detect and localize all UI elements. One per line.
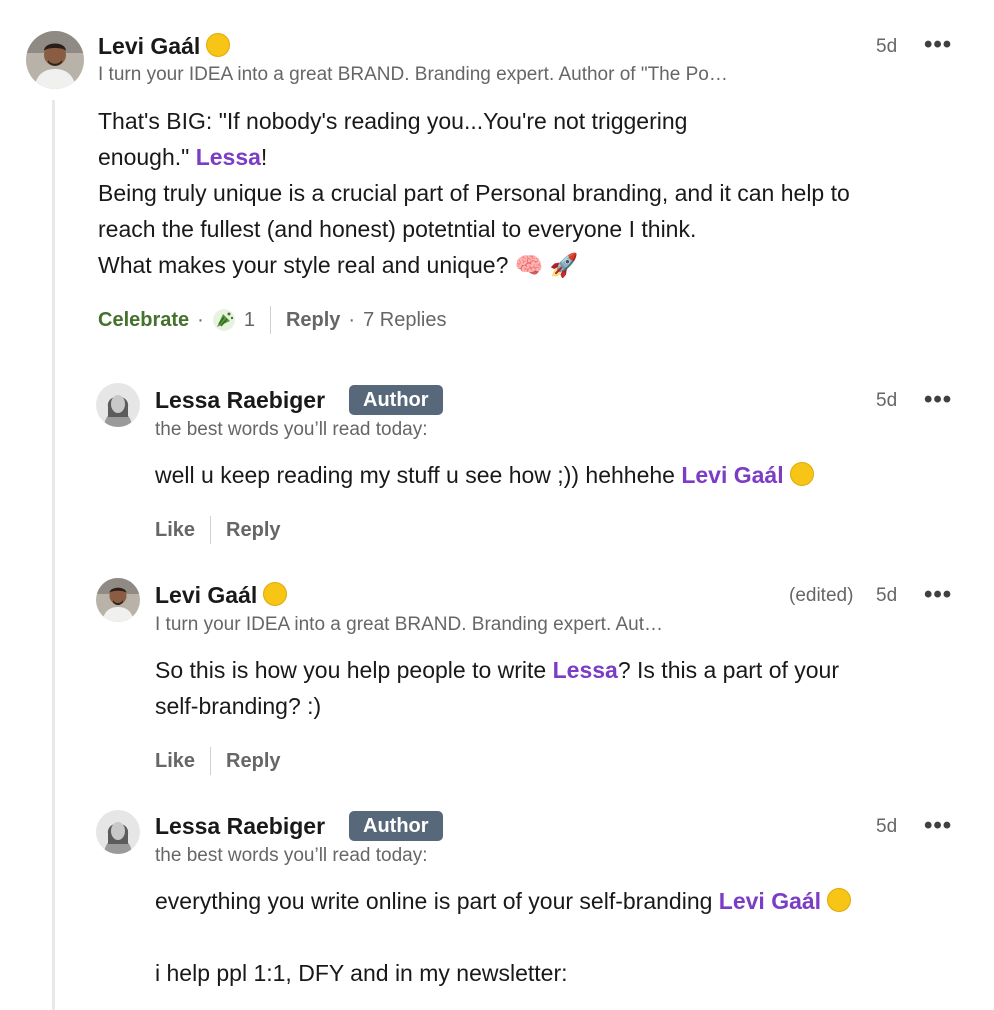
reply-button[interactable]: Reply: [286, 309, 340, 332]
timestamp: 5d: [876, 36, 898, 57]
yellow-circle-icon: [827, 888, 852, 912]
avatar[interactable]: [96, 810, 140, 854]
reply-button[interactable]: Reply: [226, 750, 280, 773]
comment-text: So this is how you help people to write …: [155, 652, 955, 724]
mention-link[interactable]: Lessa: [196, 144, 261, 170]
yellow-circle-icon: [263, 582, 288, 606]
divider: [210, 516, 212, 544]
avatar[interactable]: [96, 383, 140, 427]
more-options-icon[interactable]: •••: [924, 31, 952, 59]
comment-text: That's BIG: "If nobody's reading you...Y…: [98, 103, 968, 283]
comment-text-line: everything you write online is part of y…: [155, 883, 965, 919]
separator-dot: ·: [197, 308, 204, 331]
comment-text: well u keep reading my stuff u see how ;…: [155, 457, 955, 493]
timestamp: 5d: [876, 816, 898, 837]
celebrate-button[interactable]: Celebrate: [98, 309, 189, 332]
author-headline: the best words you’ll read today:: [155, 845, 428, 866]
author-badge: Author: [349, 811, 443, 841]
author-name[interactable]: Levi Gaál: [98, 33, 231, 60]
reply-button[interactable]: Reply: [226, 519, 280, 542]
yellow-circle-icon: [789, 462, 814, 486]
author-badge: Author: [349, 385, 443, 415]
mention-link[interactable]: Levi Gaál: [681, 462, 783, 488]
divider: [210, 747, 212, 775]
author-name[interactable]: Levi Gaál: [155, 582, 288, 609]
edited-label: (edited): [789, 585, 854, 606]
comment-actions: Like Reply: [155, 745, 281, 777]
author-headline: the best words you’ll read today:: [155, 419, 428, 440]
author-headline: I turn your IDEA into a great BRAND. Bra…: [155, 614, 663, 635]
comment-text-line: [155, 919, 965, 955]
comment-text-line: reach the fullest (and honest) potetntia…: [98, 216, 697, 242]
timestamp: 5d: [876, 390, 898, 411]
thread-line: [52, 100, 55, 1010]
comment-text-line: That's BIG: "If nobody's reading you...Y…: [98, 108, 688, 134]
like-button[interactable]: Like: [155, 519, 195, 542]
mention-link[interactable]: Lessa: [553, 657, 618, 683]
more-options-icon[interactable]: •••: [924, 581, 952, 609]
comment-text-line: What makes your style real and unique? 🧠…: [98, 252, 579, 278]
comment-text: everything you write online is part of y…: [155, 883, 965, 991]
author-headline: I turn your IDEA into a great BRAND. Bra…: [98, 64, 728, 85]
avatar[interactable]: [96, 578, 140, 622]
comment-text-line: enough." Lessa!: [98, 144, 268, 170]
yellow-circle-icon: [206, 33, 231, 57]
author-name[interactable]: Lessa Raebiger: [155, 813, 325, 840]
more-options-icon[interactable]: •••: [924, 812, 952, 840]
comment-text-line: self-branding? :): [155, 693, 322, 719]
replies-count-link[interactable]: 7 Replies: [363, 309, 446, 332]
divider: [269, 306, 271, 334]
comment-text-line: Being truly unique is a crucial part of …: [98, 180, 850, 206]
avatar[interactable]: [26, 31, 84, 89]
comment-actions: Like Reply: [155, 514, 281, 546]
like-button[interactable]: Like: [155, 750, 195, 773]
separator-dot: ·: [348, 308, 356, 331]
author-name[interactable]: Lessa Raebiger: [155, 387, 325, 414]
timestamp: 5d: [876, 585, 898, 606]
reaction-count[interactable]: 1: [212, 308, 255, 332]
comment-actions: Celebrate · 1 Reply · 7 Replies: [98, 304, 446, 336]
mention-link[interactable]: Levi Gaál: [719, 888, 821, 914]
more-options-icon[interactable]: •••: [924, 386, 952, 414]
celebrate-reaction-icon: [212, 309, 235, 331]
comment-text-line: So this is how you help people to write …: [155, 657, 840, 683]
comment-text-line: i help ppl 1:1, DFY and in my newsletter…: [155, 960, 568, 986]
